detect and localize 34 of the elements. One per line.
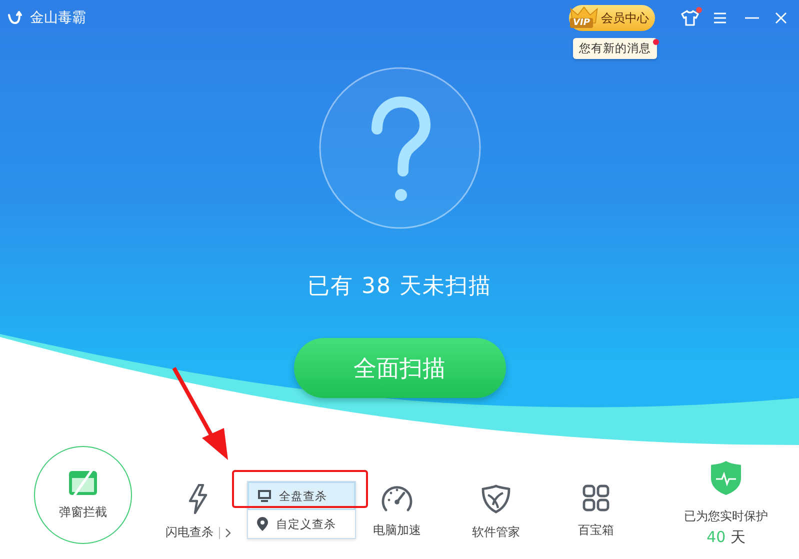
grid-icon (582, 484, 610, 512)
monitor-icon (258, 490, 271, 502)
menu-item[interactable]: 全盘查杀 (248, 482, 355, 510)
tool-label: 闪电查杀 (166, 524, 214, 541)
message-tooltip[interactable]: 您有新的消息 (573, 38, 657, 59)
lightning-icon (187, 484, 209, 514)
scan-status-text: 已有 38 天未扫描 (308, 273, 492, 301)
tool-button[interactable]: 百宝箱 (566, 450, 626, 559)
close-icon[interactable] (775, 12, 787, 24)
tool-label: 百宝箱 (578, 522, 614, 539)
tool-label: 软件管家 (472, 524, 520, 541)
menu-item[interactable]: 自定义查杀 (248, 510, 355, 538)
skin-button[interactable] (681, 10, 699, 26)
tool-button[interactable]: 软件管家 (466, 450, 526, 559)
location-pin-icon (257, 517, 268, 531)
blocked-window-icon (68, 470, 98, 496)
popup-block-button[interactable]: 弹窗拦截 (34, 446, 132, 544)
minimize-icon[interactable] (745, 17, 759, 19)
shield-pulse-icon (710, 460, 742, 496)
protection-label: 已为您实时保护 (684, 508, 768, 525)
app-title: 金山毒霸 (30, 9, 86, 27)
tshirt-icon (681, 10, 699, 26)
menu-icon[interactable] (713, 12, 727, 24)
logo-icon (8, 11, 24, 25)
chevron-right-icon[interactable] (224, 528, 230, 538)
shield-icon (481, 484, 511, 514)
gauge-icon (381, 484, 413, 512)
protection-days: 40 (706, 528, 726, 546)
days-unit: 天 (730, 528, 746, 546)
question-mark-icon (318, 67, 480, 229)
tool-label: 电脑加速 (373, 522, 421, 539)
tool-button[interactable]: 闪电查杀 (158, 450, 238, 559)
vip-center-button[interactable]: VIP 会员中心 (569, 5, 655, 31)
tool-button[interactable]: 电脑加速 (367, 450, 427, 559)
